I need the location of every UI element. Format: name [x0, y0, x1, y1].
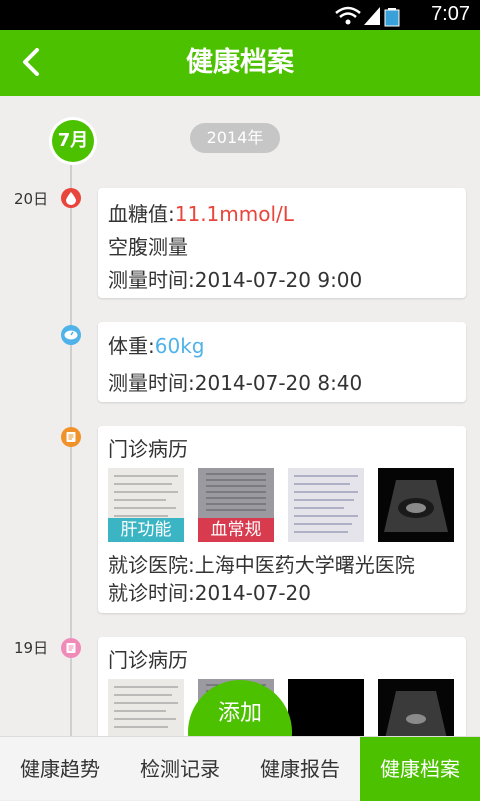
record-thumbnail[interactable]: [288, 468, 364, 542]
record-thumbnail[interactable]: [378, 679, 454, 736]
status-icons: [335, 6, 400, 27]
day-label: 19日: [14, 639, 49, 657]
record-thumbnail[interactable]: [378, 468, 454, 542]
glucose-label: 血糖值:: [108, 202, 175, 226]
thumb-tag: 血常规: [198, 518, 274, 542]
glucose-value: 11.1mmol/L: [174, 202, 294, 226]
hospital-row: 就诊医院:上海中医药大学曙光医院: [108, 549, 415, 578]
hospital-label: 就诊医院:: [108, 553, 195, 577]
ultrasound-image: [378, 679, 454, 736]
glucose-note: 空腹测量: [108, 235, 188, 259]
glucose-time-row: 测量时间:2014-07-20 9:00: [108, 264, 362, 293]
record-title: 门诊病历: [108, 648, 188, 672]
record-thumbnail[interactable]: 血常规: [198, 468, 274, 542]
timeline-content[interactable]: 7月 2014年 20日 血糖值:11.1mmol/L 空腹测量 测量时间:20…: [0, 96, 480, 736]
visit-date-label: 就诊时间:: [108, 581, 195, 605]
document-icon: [61, 638, 81, 658]
app-bar: 健康档案: [0, 30, 480, 96]
scale-icon: [61, 325, 81, 345]
ultrasound-image: [378, 468, 454, 542]
handwritten-page-image: [288, 468, 364, 542]
visit-date-row: 就诊时间:2014-07-20: [108, 577, 311, 606]
time-label: 测量时间:: [108, 268, 195, 292]
thumb-tag: 肝功能: [108, 518, 184, 542]
page-title: 健康档案: [186, 47, 294, 78]
record-title: 门诊病历: [108, 437, 188, 461]
medical-record-card[interactable]: 门诊病历 肝功能 血常规 就诊医院:上海中医药大学曙光医院 就诊时间:2014-…: [98, 426, 466, 613]
bottom-nav: 健康趋势 检测记录 健康报告 健康档案: [0, 736, 480, 801]
nav-health-trend[interactable]: 健康趋势: [0, 737, 120, 801]
back-button[interactable]: [8, 39, 54, 85]
glucose-row: 血糖值:11.1mmol/L: [108, 198, 294, 227]
record-thumbnail[interactable]: [288, 679, 364, 736]
handwritten-page-image: [108, 679, 184, 736]
record-thumbnail[interactable]: [108, 679, 184, 736]
battery-icon: [384, 8, 400, 27]
weight-card[interactable]: 体重:60kg 测量时间:2014-07-20 8:40: [98, 322, 466, 402]
nav-test-records[interactable]: 检测记录: [120, 737, 240, 801]
record-thumbnail[interactable]: 肝功能: [108, 468, 184, 542]
nav-health-archive[interactable]: 健康档案: [360, 737, 480, 801]
year-pill: 2014年: [190, 123, 280, 153]
status-bar: 7:07: [0, 0, 480, 30]
month-badge: 7月: [52, 120, 94, 162]
glucose-card[interactable]: 血糖值:11.1mmol/L 空腹测量 测量时间:2014-07-20 9:00: [98, 188, 466, 298]
hospital-value: 上海中医药大学曙光医院: [194, 553, 415, 577]
weight-label: 体重:: [108, 334, 155, 358]
visit-date-value: 2014-07-20: [194, 581, 311, 605]
blood-drop-icon: [61, 188, 81, 208]
time-label: 测量时间:: [108, 371, 195, 395]
status-time: 7:07: [431, 3, 470, 25]
time-value: 2014-07-20 8:40: [194, 371, 363, 395]
weight-time-row: 测量时间:2014-07-20 8:40: [108, 367, 362, 396]
nav-health-report[interactable]: 健康报告: [240, 737, 360, 801]
wifi-icon: [335, 6, 361, 25]
day-label: 20日: [14, 190, 49, 208]
weight-value: 60kg: [154, 334, 205, 358]
signal-icon: [364, 7, 380, 25]
chevron-left-icon: [23, 48, 39, 76]
weight-row: 体重:60kg: [108, 330, 204, 359]
document-icon: [61, 427, 81, 447]
time-value: 2014-07-20 9:00: [194, 268, 363, 292]
dark-image: [288, 679, 364, 736]
